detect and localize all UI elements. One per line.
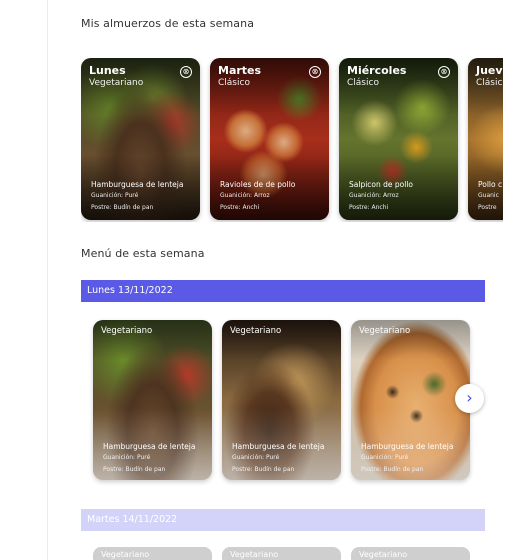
weekly-card-lunes[interactable]: Lunes Vegetariano ⊗ Hamburguesa de lente… <box>81 58 200 220</box>
card-dish: Ravioles de de pollo <box>220 180 296 189</box>
close-icon[interactable]: ⊗ <box>309 66 321 78</box>
card-type: Vegetariano <box>359 326 411 336</box>
card-dish: Pollo c <box>478 180 503 189</box>
card-side: Guanición: Puré <box>232 454 280 461</box>
weekly-lunches-title: Mis almuerzos de esta semana <box>81 17 255 30</box>
card-type: Clásico <box>218 78 250 88</box>
close-icon[interactable]: ⊗ <box>180 66 192 78</box>
card-day: Martes <box>218 64 262 77</box>
menu-card[interactable]: Vegetariano Hamburguesa de lenteja Guani… <box>93 320 212 480</box>
menu-row-martes: Vegetariano Vegetariano Vegetariano <box>81 547 503 560</box>
menu-card[interactable]: Vegetariano Hamburguesa de lenteja Guani… <box>222 320 341 480</box>
card-dessert: Postre: Anchi <box>349 204 389 211</box>
day-header-lunes[interactable]: Lunes 13/11/2022 <box>81 280 485 302</box>
weekly-card-jueves[interactable]: Jueves Clásico Pollo c Guanic Postre <box>468 58 503 220</box>
weekly-lunches-carousel: Lunes Vegetariano ⊗ Hamburguesa de lente… <box>81 58 503 222</box>
menu-card-faded[interactable]: Vegetariano <box>351 547 470 560</box>
card-day: Miércoles <box>347 64 407 77</box>
day-header-martes[interactable]: Martes 14/11/2022 <box>81 509 485 531</box>
card-dessert: Postre: Budín de pan <box>232 466 295 473</box>
card-side: Guanición: Puré <box>103 454 151 461</box>
card-side: Guanición: Puré <box>361 454 409 461</box>
card-type: Vegetariano <box>101 326 153 336</box>
card-type: Vegetariano <box>230 326 282 336</box>
weekly-card-miercoles[interactable]: Miércoles Clásico ⊗ Salpicon de pollo Gu… <box>339 58 458 220</box>
card-dish: Hamburguesa de lenteja <box>361 442 454 451</box>
card-day: Jueves <box>476 64 503 77</box>
card-type: Vegetariano <box>89 78 144 88</box>
card-dessert: Postre: Budín de pan <box>91 204 154 211</box>
card-dish: Hamburguesa de lenteja <box>232 442 325 451</box>
close-icon[interactable]: ⊗ <box>438 66 450 78</box>
card-dish: Hamburguesa de lenteja <box>103 442 196 451</box>
card-side: Guanición: Puré <box>91 192 139 199</box>
left-rail <box>0 0 48 560</box>
card-side: Guanición: Arroz <box>220 192 270 199</box>
card-type: Clásico <box>347 78 379 88</box>
card-dish: Salpicon de pollo <box>349 180 413 189</box>
card-dessert: Postre: Budín de pan <box>103 466 166 473</box>
card-dessert: Postre <box>478 204 497 211</box>
card-dish: Hamburguesa de lenteja <box>91 180 184 189</box>
card-type: Clásico <box>476 78 503 88</box>
menu-card[interactable]: Vegetariano Hamburguesa de lenteja Guani… <box>351 320 470 480</box>
card-dessert: Postre: Anchi <box>220 204 260 211</box>
menu-card-faded[interactable]: Vegetariano <box>222 547 341 560</box>
weekly-menu-title: Menú de esta semana <box>81 247 205 260</box>
card-day: Lunes <box>89 64 126 77</box>
card-dessert: Postre: Budín de pan <box>361 466 424 473</box>
card-side: Guanición: Arroz <box>349 192 399 199</box>
chevron-right-icon[interactable]: › <box>455 384 484 413</box>
menu-card-faded[interactable]: Vegetariano <box>93 547 212 560</box>
card-side: Guanic <box>478 192 499 199</box>
weekly-card-martes[interactable]: Martes Clásico ⊗ Ravioles de de pollo Gu… <box>210 58 329 220</box>
